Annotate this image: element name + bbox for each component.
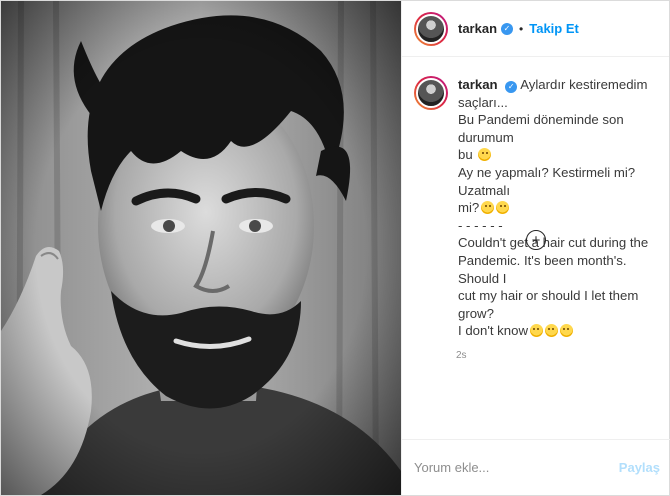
- caption-line-2: saçları...: [458, 94, 508, 110]
- header-username[interactable]: tarkan: [458, 21, 497, 36]
- caption-line-11-wrap: I don't know: [458, 322, 656, 340]
- selfie-photo: [1, 1, 401, 495]
- caption-line-3: Bu Pandemi döneminde son durumum: [458, 112, 624, 145]
- caption-line-11: I don't know: [458, 323, 528, 339]
- thinking-emoji-icon: [529, 324, 543, 338]
- winking-tongue-emoji-icon: [496, 201, 510, 215]
- caption-username[interactable]: tarkan: [458, 77, 498, 92]
- caption-line-5: Ay ne yapmalı? Kestirmeli mi? Uzatmalı: [458, 164, 636, 198]
- add-comment-bar: Paylaş: [402, 439, 670, 495]
- caption-avatar-image: [416, 78, 446, 108]
- follow-button[interactable]: Takip Et: [529, 21, 579, 36]
- instagram-post: tarkan ✓ • Takip Et tarkan ✓ Aylardır ke…: [0, 0, 670, 496]
- rofl-emoji-icon: [478, 148, 492, 162]
- post-timestamp[interactable]: 2s: [456, 350, 656, 361]
- caption-line-6-wrap: mi?: [458, 199, 656, 217]
- caption-line: tarkan ✓ Aylardır kestiremedim: [458, 76, 656, 94]
- caption-line-8: Couldn't get a hair cut during the: [458, 235, 649, 251]
- header-separator: •: [519, 21, 524, 36]
- caption: tarkan ✓ Aylardır kestiremedim saçları..…: [414, 76, 656, 340]
- post-comment-button[interactable]: Paylaş: [619, 460, 660, 475]
- thinking-emoji-icon: [481, 201, 495, 215]
- caption-line-7: - - - - - -: [458, 217, 503, 233]
- comment-input[interactable]: [414, 460, 619, 475]
- caption-text: tarkan ✓ Aylardır kestiremedim saçları..…: [458, 76, 656, 340]
- plus-circle-icon: +: [531, 231, 541, 249]
- avatar[interactable]: [414, 11, 448, 46]
- caption-line-10: cut my hair or should I let them grow?: [458, 288, 639, 321]
- load-more-comments-button[interactable]: +: [526, 230, 546, 250]
- caption-line-4-wrap: bu: [458, 146, 656, 164]
- post-side-panel: tarkan ✓ • Takip Et tarkan ✓ Aylardır ke…: [401, 1, 670, 495]
- verified-icon: ✓: [505, 81, 518, 93]
- post-photo[interactable]: [1, 1, 401, 495]
- verified-icon: ✓: [501, 22, 514, 35]
- rofl-emoji-icon: [544, 324, 558, 338]
- caption-line-9: Pandemic. It's been month's. Should I: [458, 252, 627, 286]
- caption-line-1: Aylardır kestiremedim: [520, 77, 648, 92]
- post-header: tarkan ✓ • Takip Et: [402, 1, 669, 57]
- avatar-image: [416, 13, 446, 44]
- caption-line-4: bu: [458, 147, 473, 163]
- winking-tongue-emoji-icon: [559, 324, 573, 338]
- caption-avatar[interactable]: [414, 76, 448, 110]
- caption-line-6: mi?: [458, 200, 480, 216]
